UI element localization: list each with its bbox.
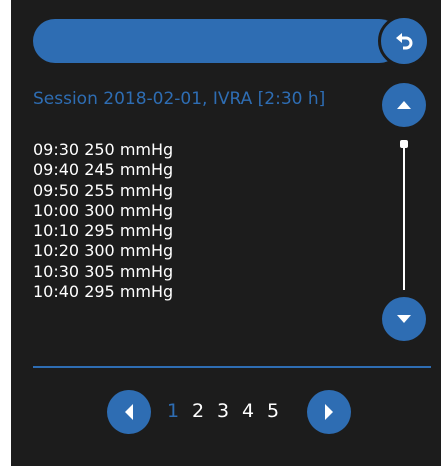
scroll-up-button[interactable] — [382, 83, 426, 127]
scroll-down-button[interactable] — [382, 297, 426, 341]
triangle-left-icon — [125, 404, 133, 420]
scrollbar-track[interactable] — [403, 142, 405, 290]
page-number-4[interactable]: 4 — [242, 400, 254, 422]
prev-page-button[interactable] — [107, 390, 151, 434]
triangle-up-icon — [397, 101, 411, 109]
triangle-right-icon — [325, 404, 333, 420]
list-item: 10:10 295 mmHg — [33, 221, 174, 241]
page-number-3[interactable]: 3 — [217, 400, 229, 422]
triangle-down-icon — [397, 315, 411, 323]
title-bar — [33, 19, 401, 63]
undo-arrow-icon — [396, 33, 413, 50]
list-item: 10:20 300 mmHg — [33, 241, 174, 261]
page-number-5[interactable]: 5 — [267, 400, 279, 422]
list-item: 09:50 255 mmHg — [33, 180, 174, 200]
pagination: 1 2 3 4 5 — [107, 390, 357, 436]
list-item: 10:30 305 mmHg — [33, 261, 174, 281]
readings-list: 09:30 250 mmHg 09:40 245 mmHg 09:50 255 … — [33, 140, 173, 302]
divider — [33, 366, 431, 368]
session-title: Session 2018-02-01, IVRA [2:30 h] — [33, 89, 326, 109]
back-button[interactable] — [378, 15, 430, 67]
list-item: 10:40 295 mmHg — [33, 282, 174, 302]
list-item: 10:00 300 mmHg — [33, 200, 174, 220]
page-number-2[interactable]: 2 — [192, 400, 204, 422]
list-item: 09:30 250 mmHg — [33, 140, 174, 159]
page-number-1[interactable]: 1 — [167, 400, 179, 422]
next-page-button[interactable] — [307, 390, 351, 434]
list-item: 09:40 245 mmHg — [33, 160, 174, 180]
app-panel: Session 2018-02-01, IVRA [2:30 h] 09:30 … — [11, 0, 441, 466]
scrollbar-thumb[interactable] — [400, 140, 408, 148]
